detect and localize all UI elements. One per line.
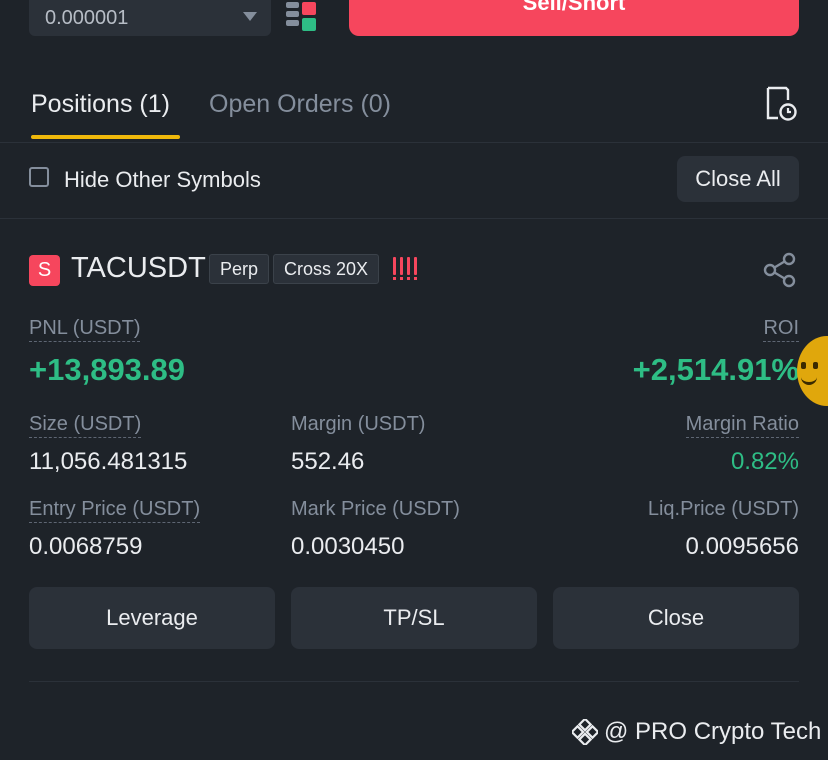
- hide-other-symbols-label[interactable]: Hide Other Symbols: [64, 167, 261, 193]
- close-position-button[interactable]: Close: [553, 587, 799, 649]
- close-all-button[interactable]: Close All: [677, 156, 799, 202]
- mark-price-value: 0.0030450: [291, 533, 405, 560]
- roi-value: +2,514.91%: [632, 352, 799, 387]
- tab-open-orders[interactable]: Open Orders (0): [209, 90, 391, 119]
- sell-short-button[interactable]: Sell/Short: [349, 0, 799, 36]
- share-icon[interactable]: [762, 252, 798, 288]
- size-label[interactable]: Size (USDT): [29, 413, 142, 438]
- watermark-text: @ PRO Crypto Tech: [604, 718, 822, 745]
- floating-emoji-icon[interactable]: [797, 336, 828, 406]
- chevron-down-icon: [243, 12, 257, 21]
- mark-price-label: Mark Price (USDT): [291, 498, 460, 520]
- margin-mode-tag[interactable]: Cross 20X: [273, 254, 380, 284]
- positions-filter-row: Hide Other Symbols Close All: [0, 143, 828, 219]
- contract-type-tag: Perp: [209, 254, 270, 284]
- entry-price-label[interactable]: Entry Price (USDT): [29, 498, 201, 523]
- short-side-badge: S: [29, 255, 60, 286]
- orderbook-layout-icon[interactable]: [286, 2, 316, 32]
- liq-price-label: Liq.Price (USDT): [647, 498, 799, 520]
- size-value: 11,056.481315: [29, 448, 188, 475]
- margin-ratio-label[interactable]: Margin Ratio: [685, 413, 799, 438]
- tick-size-select[interactable]: 0.000001: [29, 0, 271, 36]
- order-form-bottom: 0.000001 Sell/Short: [0, 0, 828, 60]
- risk-level-icon: [393, 257, 419, 281]
- positions-tabs: Positions (1) Open Orders (0): [0, 80, 828, 143]
- watermark: @ PRO Crypto Tech: [572, 718, 821, 746]
- pnl-value: +13,893.89: [29, 352, 186, 387]
- leverage-button[interactable]: Leverage: [29, 587, 275, 649]
- order-history-icon[interactable]: [764, 86, 798, 122]
- margin-label: Margin (USDT): [291, 413, 426, 435]
- active-tab-indicator: [31, 135, 180, 139]
- roi-label[interactable]: ROI: [763, 317, 799, 342]
- tick-size-value: 0.000001: [45, 6, 129, 29]
- position-divider: [29, 681, 799, 682]
- entry-price-value: 0.0068759: [29, 533, 143, 560]
- pnl-label[interactable]: PNL (USDT): [29, 317, 141, 342]
- tab-positions[interactable]: Positions (1): [31, 90, 170, 119]
- position-symbol[interactable]: TACUSDT: [71, 252, 206, 285]
- liq-price-value: 0.0095656: [685, 533, 799, 560]
- margin-ratio-value: 0.82%: [730, 448, 799, 475]
- position-header: S TACUSDT Perp Cross 20X: [0, 250, 828, 290]
- margin-value: 552.46: [291, 448, 365, 475]
- hide-other-symbols-checkbox[interactable]: [29, 167, 49, 187]
- tpsl-button[interactable]: TP/SL: [291, 587, 537, 649]
- diamond-logo-icon: [572, 719, 598, 745]
